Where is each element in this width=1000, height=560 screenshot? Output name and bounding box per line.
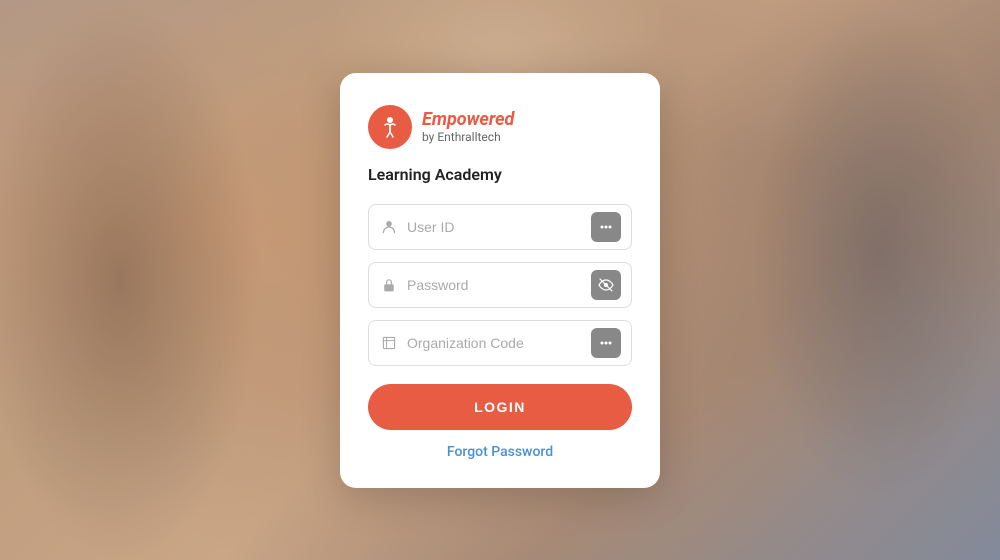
- logo-brand: Empowered: [422, 109, 514, 131]
- logo-figure-svg: [377, 114, 403, 140]
- logo-icon: [368, 105, 412, 149]
- password-input[interactable]: [407, 277, 591, 293]
- password-action-button[interactable]: [591, 270, 621, 300]
- login-card: Empowered by Enthralltech Learning Acade…: [340, 73, 660, 488]
- forgot-password-link[interactable]: Forgot Password: [368, 444, 632, 460]
- org-code-action-button[interactable]: [591, 328, 621, 358]
- logo-text: Empowered by Enthralltech: [422, 109, 514, 145]
- password-field-row: [368, 262, 632, 308]
- user-icon: [379, 217, 399, 237]
- org-code-input[interactable]: [407, 335, 591, 351]
- logo-row: Empowered by Enthralltech: [368, 105, 632, 149]
- org-icon: [379, 333, 399, 353]
- login-button[interactable]: LOGIN: [368, 384, 632, 430]
- lock-icon: [379, 275, 399, 295]
- userid-input[interactable]: [407, 219, 591, 235]
- card-title: Learning Academy: [368, 165, 632, 184]
- org-code-field-row: [368, 320, 632, 366]
- userid-action-button[interactable]: [591, 212, 621, 242]
- logo-sub: by Enthralltech: [422, 130, 514, 144]
- userid-field-row: [368, 204, 632, 250]
